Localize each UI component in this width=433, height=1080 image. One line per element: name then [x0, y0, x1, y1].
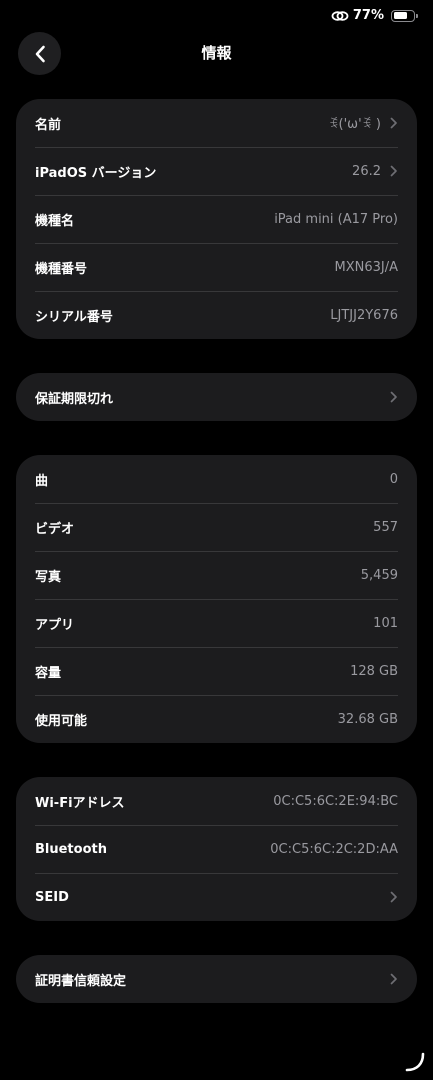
row-label: Wi-Fiアドレス — [35, 795, 125, 811]
row-label: 容量 — [35, 665, 62, 681]
warranty-group: 保証期限切れ — [16, 373, 417, 421]
videos-row: ビデオ 557 — [16, 503, 417, 551]
row-label: SEID — [35, 889, 69, 905]
chevron-right-icon — [390, 391, 397, 403]
row-label: 証明書信頼設定 — [35, 973, 127, 989]
certificate-group: 証明書信頼設定 — [16, 955, 417, 1003]
songs-row: 曲 0 — [16, 455, 417, 503]
capacity-row: 容量 128 GB — [16, 647, 417, 695]
navigation-bar: 情報 — [0, 30, 433, 76]
row-value: 557 — [373, 519, 398, 535]
row-value: iPad mini (A17 Pro) — [274, 211, 398, 227]
row-value: 5,459 — [360, 567, 398, 583]
row-value: 0C:C5:6C:2E:94:BC — [273, 793, 398, 809]
row-label: iPadOS バージョン — [35, 165, 157, 181]
row-label: 写真 — [35, 569, 62, 585]
row-value: 101 — [373, 615, 398, 631]
row-value: 128 GB — [350, 663, 398, 679]
row-label: アプリ — [35, 617, 75, 633]
ipados-version-row[interactable]: iPadOS バージョン 26.2 — [16, 147, 417, 195]
serial-number-row: シリアル番号 LJTJJ2Y676 — [16, 291, 417, 339]
seid-row[interactable]: SEID — [16, 873, 417, 921]
row-label: 曲 — [35, 473, 49, 489]
wifi-address-row: Wi-Fiアドレス 0C:C5:6C:2E:94:BC — [16, 777, 417, 825]
row-label: 保証期限切れ — [35, 391, 114, 407]
battery-tip — [416, 13, 418, 18]
model-number-row[interactable]: 機種番号 MXN63J/A — [16, 243, 417, 291]
row-label: ビデオ — [35, 521, 75, 537]
name-row[interactable]: 名前 ꉂ('ω'ꉂ ) — [16, 99, 417, 147]
chevron-right-icon — [390, 891, 397, 903]
available-row: 使用可能 32.68 GB — [16, 695, 417, 743]
row-value: 26.2 — [352, 163, 381, 179]
row-label: シリアル番号 — [35, 309, 113, 325]
chevron-right-icon — [390, 117, 397, 129]
battery-icon — [391, 9, 418, 22]
bluetooth-row: Bluetooth 0C:C5:6C:2C:2D:AA — [16, 825, 417, 873]
row-value: LJTJJ2Y676 — [330, 307, 398, 323]
certificate-trust-row[interactable]: 証明書信頼設定 — [16, 955, 417, 1003]
link-icon — [331, 10, 349, 21]
row-value: ꉂ('ω'ꉂ ) — [328, 116, 381, 132]
row-label: 機種番号 — [35, 261, 88, 277]
apps-row: アプリ 101 — [16, 599, 417, 647]
battery-level-fill — [393, 12, 408, 19]
row-label: 名前 — [35, 117, 62, 133]
row-label: 機種名 — [35, 213, 75, 229]
chevron-right-icon — [390, 973, 397, 985]
battery-percent: 77% — [352, 8, 384, 23]
media-storage-group: 曲 0 ビデオ 557 写真 5,459 アプリ 101 容量 128 GB 使… — [16, 455, 417, 743]
device-info-group: 名前 ꉂ('ω'ꉂ ) iPadOS バージョン 26.2 機種名 iPad m… — [16, 99, 417, 339]
status-indicators: 77% — [331, 8, 418, 23]
home-indicator-icon — [405, 1052, 425, 1072]
row-value: 32.68 GB — [337, 711, 398, 727]
row-value: 0C:C5:6C:2C:2D:AA — [270, 841, 398, 857]
chevron-right-icon — [390, 165, 397, 177]
warranty-row[interactable]: 保証期限切れ — [16, 373, 417, 421]
row-value: 0 — [389, 471, 398, 487]
status-bar: 77% — [0, 0, 433, 32]
network-group: Wi-Fiアドレス 0C:C5:6C:2E:94:BC Bluetooth 0C… — [16, 777, 417, 921]
row-label: Bluetooth — [35, 841, 107, 857]
row-label: 使用可能 — [35, 713, 88, 729]
photos-row: 写真 5,459 — [16, 551, 417, 599]
page-title: 情報 — [201, 44, 232, 62]
model-name-row: 機種名 iPad mini (A17 Pro) — [16, 195, 417, 243]
row-value: MXN63J/A — [334, 259, 399, 275]
